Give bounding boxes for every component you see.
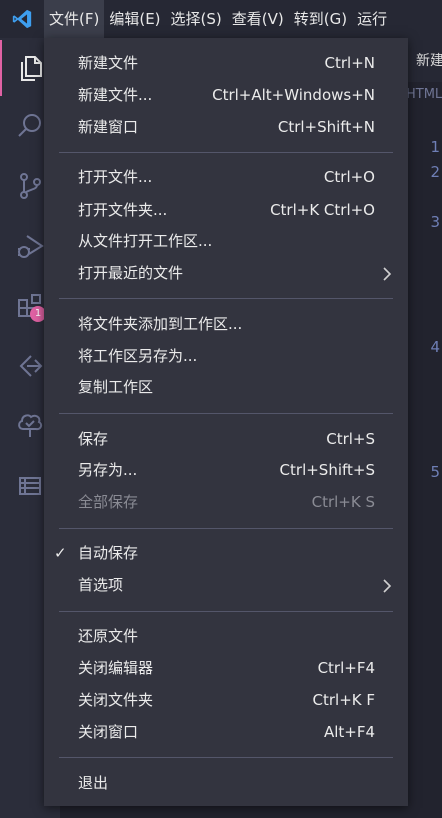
menu-item-shortcut: Ctrl+F4: [317, 659, 375, 677]
menu-item-label: 打开最近的文件: [78, 264, 184, 282]
menu-item-save-all: 全部保存 Ctrl+K S: [44, 488, 408, 516]
menu-item-new-file-ellipsis[interactable]: 新建文件... Ctrl+Alt+Windows+N: [44, 81, 408, 109]
menu-item-shortcut: Ctrl+K F: [312, 691, 376, 709]
editor-tab[interactable]: 新建: [416, 50, 442, 70]
menu-item-shortcut: Ctrl+K Ctrl+O: [270, 201, 375, 219]
menu-item-label: 关闭编辑器: [78, 659, 154, 677]
menu-item-shortcut: Ctrl+K S: [311, 493, 375, 511]
menu-item-shortcut: Ctrl+N: [324, 54, 375, 72]
line-number: 1: [430, 138, 440, 156]
menu-run[interactable]: 运行: [352, 0, 392, 38]
menu-item-label: 将工作区另存为...: [78, 347, 198, 365]
submenu-chevron-icon: [382, 259, 392, 287]
menu-item-open-file[interactable]: 打开文件... Ctrl+O: [44, 163, 408, 191]
menu-item-exit[interactable]: 退出: [44, 769, 408, 797]
menu-separator: [59, 528, 393, 529]
menu-item-duplicate-workspace[interactable]: 复制工作区: [44, 373, 408, 401]
menu-item-open-recent[interactable]: 打开最近的文件: [44, 259, 408, 287]
menu-item-save-workspace-as[interactable]: 将工作区另存为...: [44, 342, 408, 370]
menu-separator: [59, 152, 393, 153]
file-menu-dropdown: 新建文件 Ctrl+N 新建文件... Ctrl+Alt+Windows+N 新…: [44, 38, 408, 806]
menu-item-label: 将文件夹添加到工作区...: [78, 315, 243, 333]
menu-separator: [59, 611, 393, 612]
menu-item-close-folder[interactable]: 关闭文件夹 Ctrl+K F: [44, 686, 408, 714]
menu-separator: [59, 298, 393, 299]
menu-item-shortcut: Alt+F4: [323, 723, 375, 741]
menu-item-auto-save[interactable]: ✓ 自动保存: [44, 539, 408, 567]
menu-item-label: 打开文件夹...: [78, 201, 168, 219]
menu-edit[interactable]: 编辑(E): [104, 0, 165, 38]
menu-item-close-window[interactable]: 关闭窗口 Alt+F4: [44, 718, 408, 746]
line-number: 2: [430, 163, 440, 181]
menu-item-revert-file[interactable]: 还原文件: [44, 622, 408, 650]
menu-item-label: 打开文件...: [78, 168, 153, 186]
menu-item-shortcut: Ctrl+Shift+S: [279, 461, 375, 479]
menu-item-shortcut: Ctrl+S: [326, 430, 375, 448]
menu-bar: 文件(F) 编辑(E) 选择(S) 查看(V) 转到(G) 运行: [0, 0, 442, 38]
menu-item-label: 全部保存: [78, 493, 139, 511]
menu-go[interactable]: 转到(G): [289, 0, 352, 38]
menu-item-label: 保存: [78, 430, 109, 448]
menu-item-new-file[interactable]: 新建文件 Ctrl+N: [44, 49, 408, 77]
menu-item-label: 关闭文件夹: [78, 691, 154, 709]
checkmark-icon: ✓: [54, 544, 67, 562]
menu-file[interactable]: 文件(F): [44, 0, 105, 38]
line-number: 5: [430, 463, 440, 481]
menu-item-label: 新建窗口: [78, 118, 139, 136]
menu-item-label: 从文件打开工作区...: [78, 232, 213, 250]
menu-item-label: 复制工作区: [78, 378, 154, 396]
menu-separator: [59, 413, 393, 414]
menu-item-close-editor[interactable]: 关闭编辑器 Ctrl+F4: [44, 654, 408, 682]
menu-item-shortcut: Ctrl+O: [323, 168, 375, 186]
menu-item-preferences[interactable]: 首选项: [44, 571, 408, 599]
menu-item-label: 退出: [78, 774, 109, 792]
line-number: 4: [430, 338, 440, 356]
breadcrumb[interactable]: HTML: [406, 87, 442, 102]
menu-item-shortcut: Ctrl+Shift+N: [277, 118, 375, 136]
menu-item-label: 新建文件...: [78, 86, 153, 104]
submenu-chevron-icon: [382, 571, 392, 599]
menu-item-save-as[interactable]: 另存为... Ctrl+Shift+S: [44, 456, 408, 484]
menu-item-label: 自动保存: [78, 544, 139, 562]
menu-item-save[interactable]: 保存 Ctrl+S: [44, 425, 408, 453]
menu-item-label: 关闭窗口: [78, 723, 139, 741]
menu-item-open-workspace[interactable]: 从文件打开工作区...: [44, 227, 408, 255]
menu-item-open-folder[interactable]: 打开文件夹... Ctrl+K Ctrl+O: [44, 196, 408, 224]
line-number: 3: [430, 213, 440, 231]
menu-selection[interactable]: 选择(S): [166, 0, 227, 38]
menu-view[interactable]: 查看(V): [227, 0, 289, 38]
vscode-logo-icon: [0, 0, 44, 38]
menu-item-add-folder-to-workspace[interactable]: 将文件夹添加到工作区...: [44, 310, 408, 338]
menu-item-new-window[interactable]: 新建窗口 Ctrl+Shift+N: [44, 113, 408, 141]
menu-separator: [59, 757, 393, 758]
menu-item-shortcut: Ctrl+Alt+Windows+N: [212, 86, 375, 104]
menu-item-label: 新建文件: [78, 54, 139, 72]
menu-item-label: 还原文件: [78, 627, 139, 645]
menu-item-label: 另存为...: [78, 461, 138, 479]
menu-item-label: 首选项: [78, 576, 124, 594]
